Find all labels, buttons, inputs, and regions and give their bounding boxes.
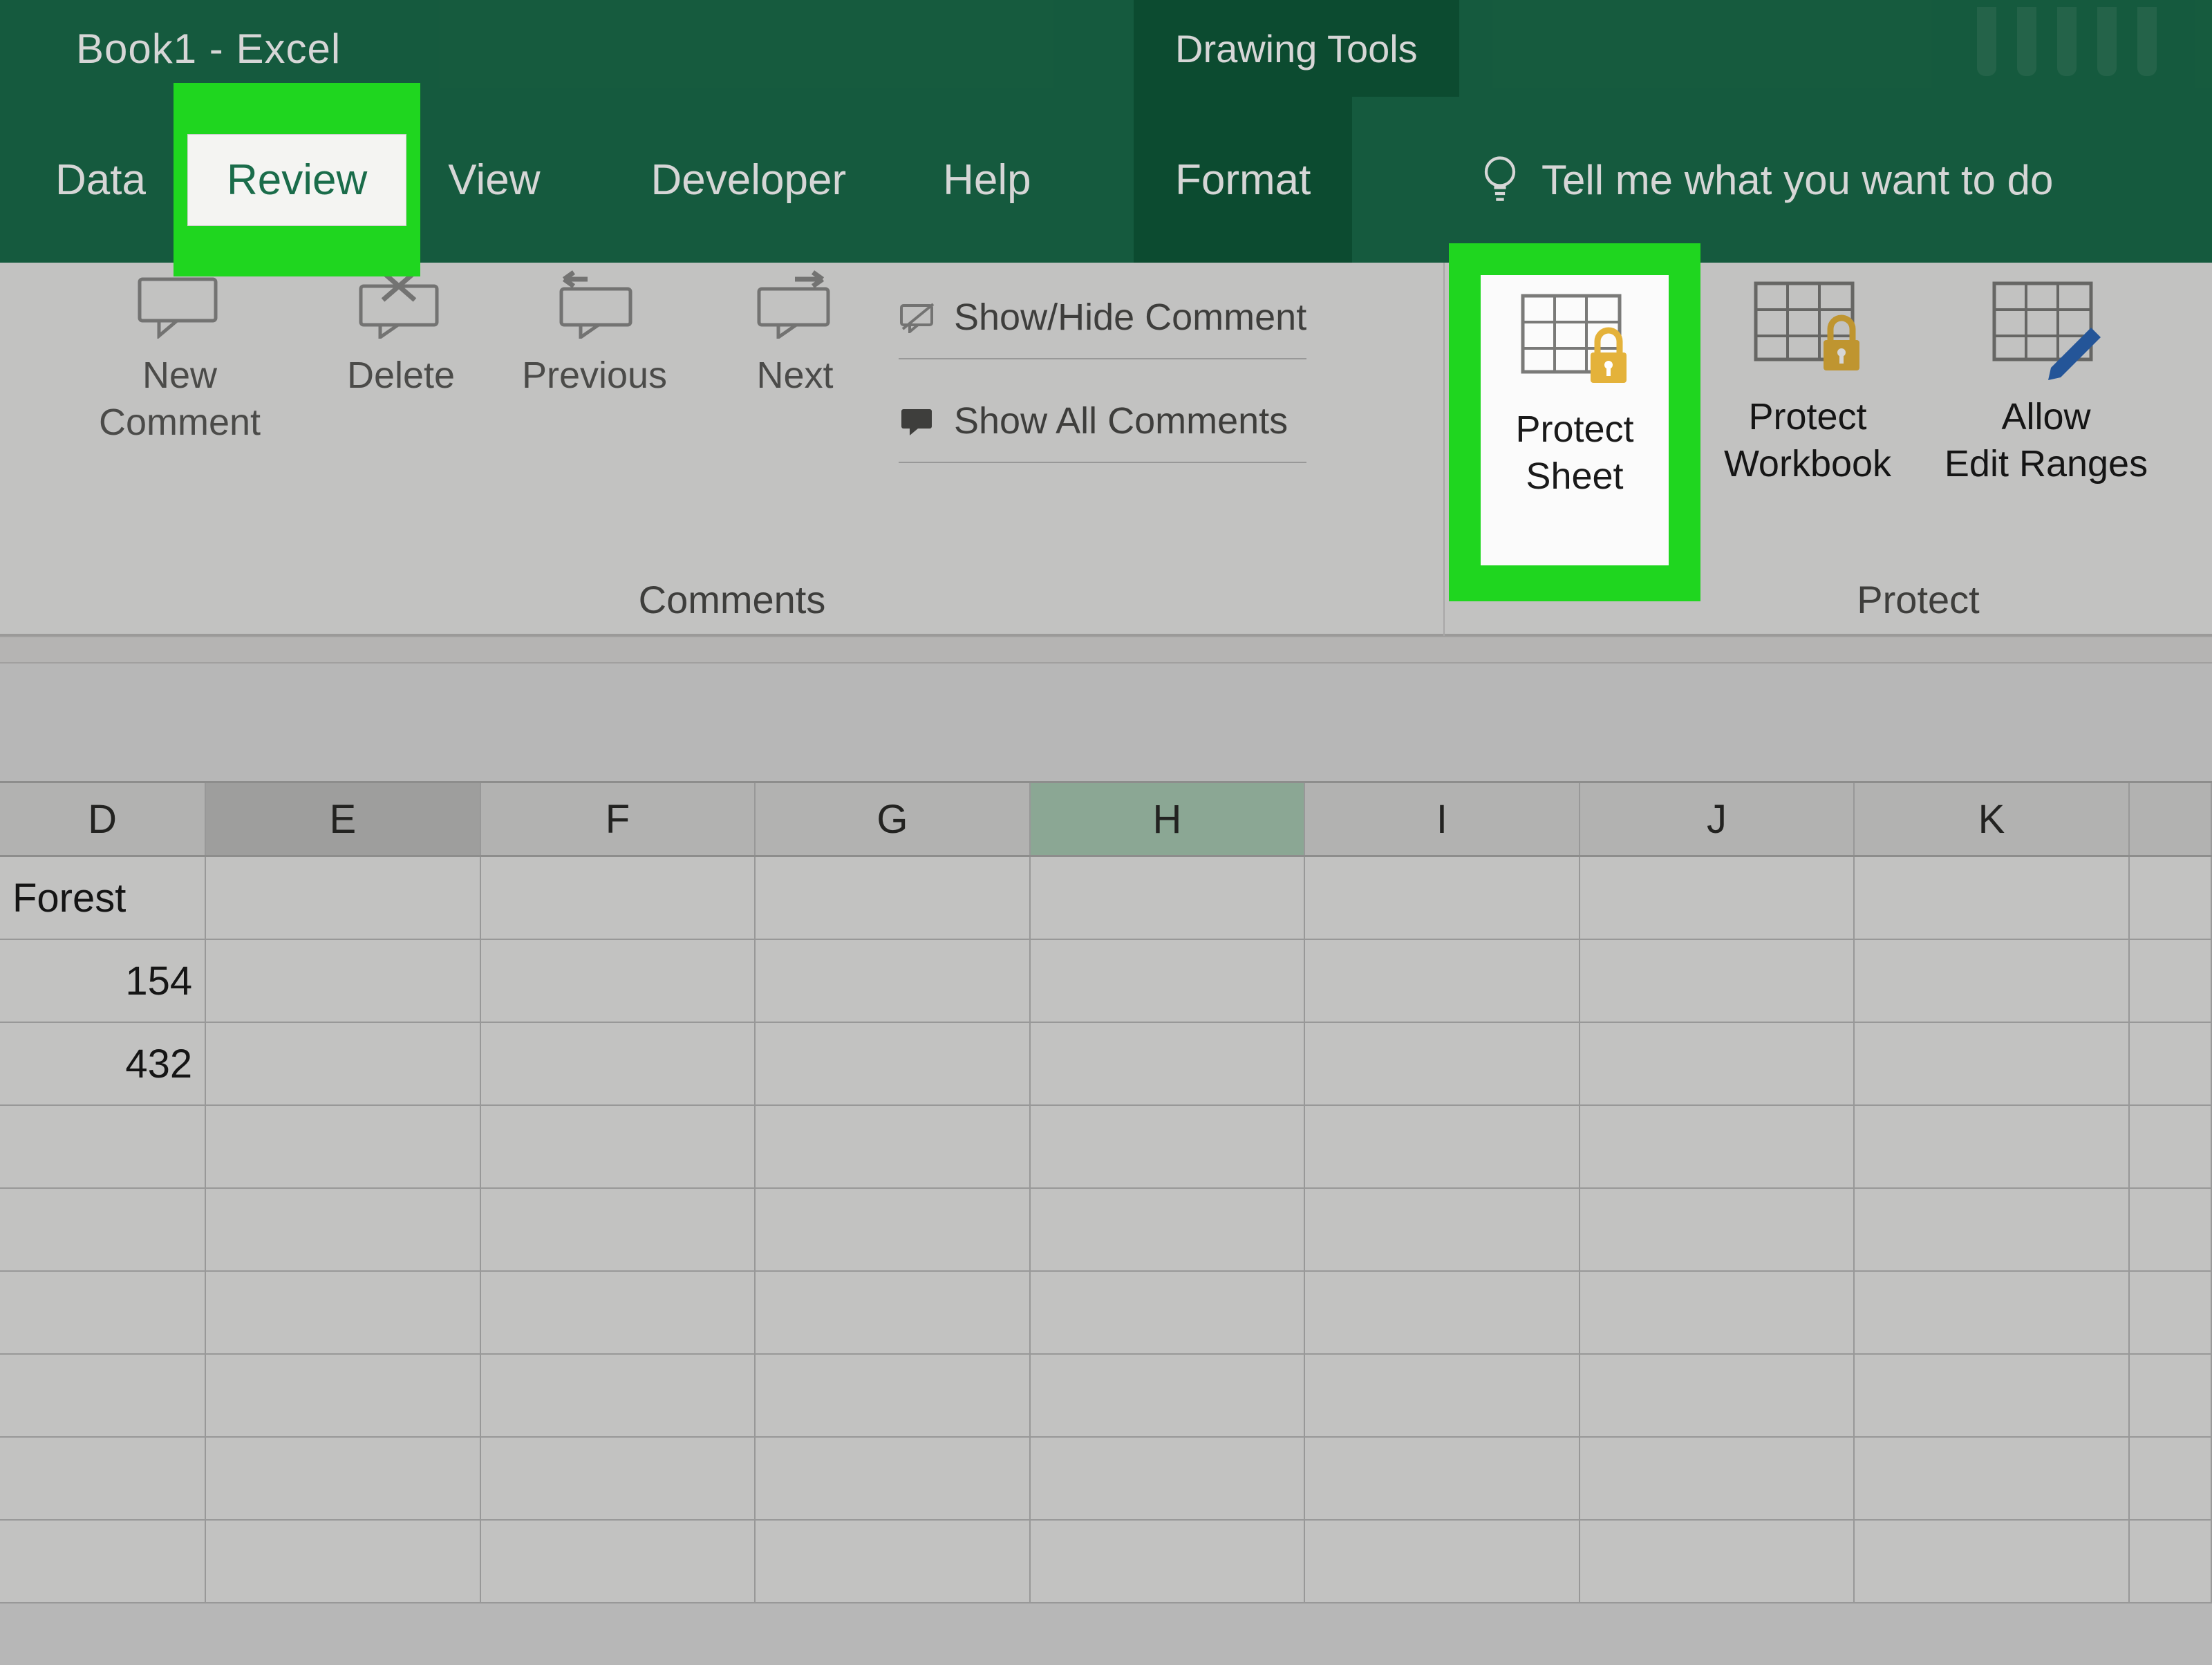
ribbon-group-comments: NewComment Delete Previous Next [21,263,1445,636]
row-5 [0,1189,2212,1272]
cell-J3[interactable] [1580,1023,1855,1104]
cell-K2[interactable] [1855,940,2129,1022]
protect-sheet-label: ProtectSheet [1515,406,1633,500]
protect-workbook-button[interactable]: ProtectWorkbook [1700,276,1915,487]
tab-help[interactable]: Help [908,97,1066,263]
row-3: 432 [0,1023,2212,1106]
row-9 [0,1521,2212,1603]
cell-E2[interactable] [206,940,480,1022]
allow-edit-ranges-button[interactable]: AllowEdit Ranges [1936,276,2157,487]
protect-group-label: Protect [1652,577,2184,622]
cell-L3[interactable] [2130,1023,2212,1104]
allow-edit-ranges-icon [1987,276,2105,380]
new-comment-label: NewComment [83,352,276,446]
cell-H2[interactable] [1031,940,1305,1022]
tell-me-label: Tell me what you want to do [1541,156,2053,204]
formula-bar-area [0,636,2212,664]
show-all-comments-label: Show All Comments [954,399,1288,442]
tab-review[interactable]: Review [187,97,406,263]
tab-view[interactable]: View [413,97,574,263]
previous-comment-icon [546,270,643,339]
tab-developer[interactable]: Developer [617,97,881,263]
show-hide-comment-button[interactable]: Show/Hide Comment [899,276,1306,359]
tab-data[interactable]: Data [21,97,180,263]
delete-comment-icon [353,270,449,339]
cell-G2[interactable] [756,940,1030,1022]
tab-format[interactable]: Format [1134,97,1352,263]
cell-K3[interactable] [1855,1023,2129,1104]
title-decoration [1977,0,2157,97]
cell-D2[interactable]: 154 [0,940,206,1022]
show-all-comments-icon [899,405,937,437]
cell-J1[interactable] [1580,857,1855,939]
cell-I3[interactable] [1305,1023,1580,1104]
cell-F2[interactable] [481,940,756,1022]
cell-H3[interactable] [1031,1023,1305,1104]
protect-workbook-icon [1749,276,1866,380]
window-title: Book1 - Excel [76,25,341,73]
allow-edit-ranges-label: AllowEdit Ranges [1936,394,2157,487]
delete-comment-button[interactable]: Delete [311,270,491,399]
cell-L2[interactable] [2130,940,2212,1022]
show-hide-comment-icon [899,301,937,333]
cell-G3[interactable] [756,1023,1030,1104]
contextual-tab-drawing-tools[interactable]: Drawing Tools [1134,0,1459,97]
protect-sheet-icon [1516,289,1633,393]
cell-I2[interactable] [1305,940,1580,1022]
grid-rows: Forest 154 432 [0,857,2212,1665]
previous-comment-button[interactable]: Previous [505,270,684,399]
cell-D3[interactable]: 432 [0,1023,206,1104]
column-header-K[interactable]: K [1855,783,2130,855]
protect-sheet-button[interactable]: ProtectSheet [1481,275,1669,565]
cell-I1[interactable] [1305,857,1580,939]
tab-review-label: Review [187,134,406,226]
column-header-next[interactable] [2130,783,2212,855]
protect-workbook-label: ProtectWorkbook [1700,394,1915,487]
column-header-I[interactable]: I [1305,783,1580,855]
cell-K1[interactable] [1855,857,2129,939]
tell-me-search[interactable]: Tell me what you want to do [1479,97,2053,263]
new-comment-icon [131,270,228,339]
delete-comment-label: Delete [311,352,491,399]
cell-E3[interactable] [206,1023,480,1104]
row-8 [0,1438,2212,1521]
show-all-comments-button[interactable]: Show All Comments [899,380,1306,463]
column-header-G[interactable]: G [756,783,1031,855]
cell-F1[interactable] [481,857,756,939]
cell-J2[interactable] [1580,940,1855,1022]
comments-group-label: Comments [21,577,1443,622]
cell-E1[interactable] [206,857,480,939]
row-7 [0,1355,2212,1438]
column-header-J[interactable]: J [1580,783,1855,855]
row-6 [0,1272,2212,1355]
next-comment-button[interactable]: Next [705,270,885,399]
new-comment-button[interactable]: NewComment [83,270,276,446]
previous-comment-label: Previous [505,352,684,399]
ribbon-body: NewComment Delete Previous Next [0,263,2212,636]
cell-L1[interactable] [2130,857,2212,939]
cell-F3[interactable] [481,1023,756,1104]
next-comment-label: Next [705,352,885,399]
column-header-H[interactable]: H [1031,783,1306,855]
column-header-E[interactable]: E [206,783,481,855]
comment-toggle-group: Show/Hide Comment Show All Comments [899,276,1306,484]
column-header-F[interactable]: F [481,783,756,855]
lightbulb-icon [1479,152,1521,207]
ribbon-tab-row: Data Review View Developer Help Format T… [0,97,2212,263]
show-hide-comment-label: Show/Hide Comment [954,296,1306,339]
title-bar: Book1 - Excel Drawing Tools [0,0,2212,97]
column-header-D[interactable]: D [0,783,206,855]
row-4 [0,1106,2212,1189]
next-comment-icon [747,270,843,339]
column-headers: D E F G H I J K [0,781,2212,857]
row-1: Forest [0,857,2212,940]
cell-D1[interactable]: Forest [0,857,206,939]
cell-G1[interactable] [756,857,1030,939]
spreadsheet[interactable]: D E F G H I J K Forest 154 [0,664,2212,1665]
row-2: 154 [0,940,2212,1023]
cell-H1[interactable] [1031,857,1305,939]
